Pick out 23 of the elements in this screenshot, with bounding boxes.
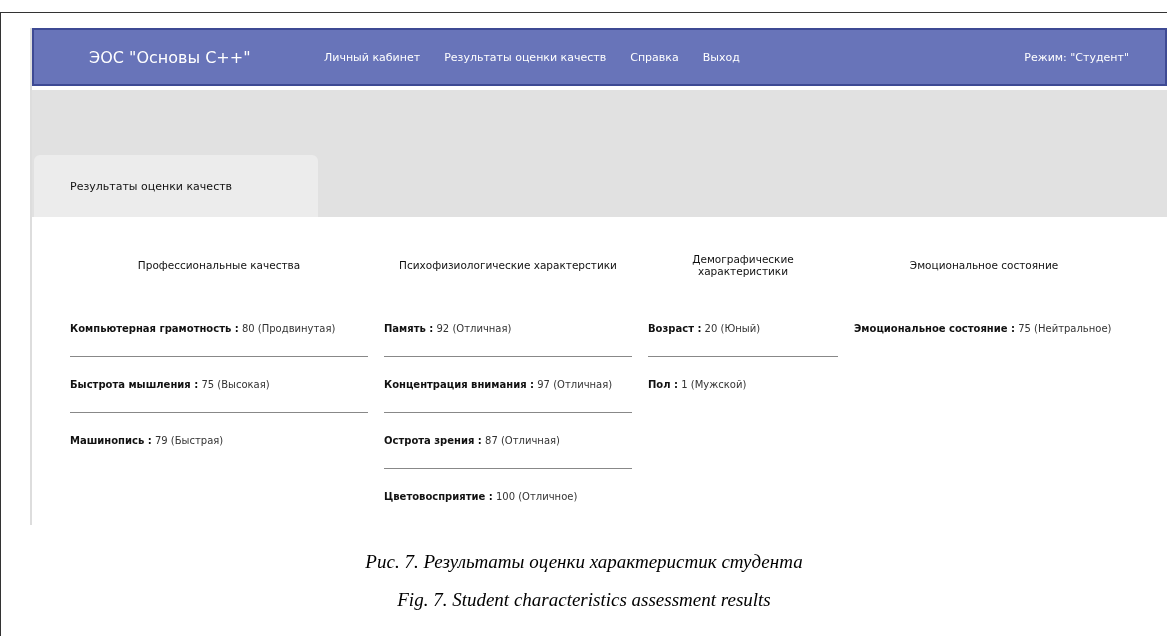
site-title: ЭОС "Основы C++" bbox=[89, 47, 252, 67]
column-heading: Профессиональные качества bbox=[136, 258, 302, 273]
characteristic-text: Пол : 1 (Мужской) bbox=[648, 378, 748, 393]
nav-link[interactable]: Выход bbox=[702, 50, 740, 64]
characteristic-text: Машинопись : 79 (Быстрая) bbox=[70, 434, 225, 449]
tab[interactable]: Результаты оценки качеств bbox=[34, 155, 318, 217]
characteristic-text: Быстрота мышления : 75 (Высокая) bbox=[70, 357, 368, 413]
characteristic-text: Память : 92 (Отличная) bbox=[384, 301, 632, 357]
characteristic-text: Возраст : 20 (Юный) bbox=[648, 301, 838, 357]
nav-link[interactable]: Результаты оценки качеств bbox=[444, 50, 607, 64]
nav-link[interactable]: Справка bbox=[630, 50, 679, 64]
column-heading: Демографические характеристики bbox=[691, 252, 795, 279]
characteristic-text: Цветовосприятие : 100 (Отличное) bbox=[384, 490, 579, 505]
characteristic-text: Концентрация внимания : 97 (Отличная) bbox=[384, 357, 632, 413]
characteristic-text: Эмоциональное состояние : 75 (Нейтральное) bbox=[854, 322, 1113, 337]
column-heading: Психофизиологические характерстики bbox=[398, 258, 618, 273]
nav-link[interactable]: Личный кабинет bbox=[324, 50, 421, 64]
mode-label: Режим: "Студент" bbox=[1024, 50, 1129, 64]
characteristic-text: Компьютерная грамотность : 80 (Продвинутая) bbox=[70, 301, 368, 357]
characteristic-text: Острота зрения : 87 (Отличная) bbox=[384, 413, 632, 469]
figure-caption: Рис. 7. Результаты оценки характеристик студента bbox=[364, 551, 804, 573]
figure-caption: Fig. 7. Student characteristics assessment results bbox=[396, 589, 772, 611]
column-heading: Эмоциональное состояние bbox=[908, 258, 1060, 273]
